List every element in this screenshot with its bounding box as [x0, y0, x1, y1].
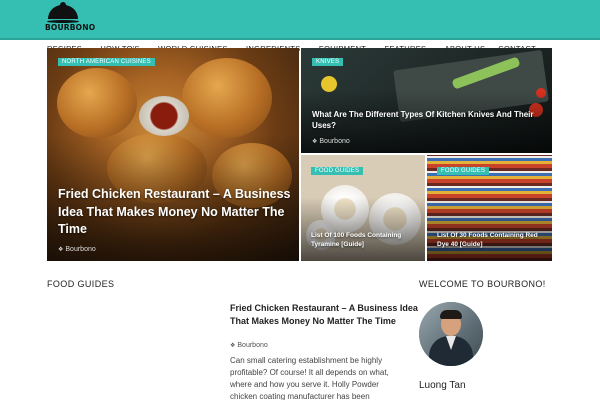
author-name[interactable]: Bourbono	[65, 246, 95, 253]
author-name[interactable]: Bourbono	[319, 138, 349, 145]
category-badge[interactable]: North American Cuisines	[58, 58, 155, 66]
cloche-icon	[48, 5, 78, 19]
avatar-hair	[440, 310, 462, 319]
image-overlay	[301, 197, 425, 261]
article-title[interactable]: Fried Chicken Restaurant – A Business Id…	[230, 302, 420, 327]
post-title[interactable]: Fried Chicken Restaurant – A Business Id…	[58, 186, 293, 239]
category-badge[interactable]: Food Guides	[437, 167, 490, 175]
hero-main-post[interactable]: North American Cuisines Fried Chicken Re…	[47, 48, 299, 261]
sauce-bowl-image	[139, 96, 189, 136]
post-title[interactable]: List Of 100 Foods Containing Tyramine [G…	[311, 231, 421, 249]
author-icon: ❖	[58, 247, 64, 253]
fried-chicken-image	[57, 68, 137, 138]
category-badge[interactable]: Knives	[312, 58, 344, 66]
post-title[interactable]: What Are The Different Types Of Kitchen …	[312, 109, 542, 131]
author-icon: ❖	[230, 343, 236, 349]
category-badge[interactable]: Food Guides	[311, 167, 364, 175]
post-author: ❖ Bourbono	[312, 138, 350, 145]
image-overlay	[427, 197, 552, 261]
author-icon: ❖	[312, 139, 318, 145]
hero-red-dye-post[interactable]: Food Guides List Of 30 Foods Containing …	[427, 155, 552, 261]
author-avatar	[419, 302, 483, 366]
hero-tyramine-post[interactable]: Food Guides List Of 100 Foods Containing…	[301, 155, 425, 261]
article-excerpt: Can small catering establishment be high…	[230, 356, 389, 400]
post-title[interactable]: List Of 30 Foods Containing Red Dye 40 […	[437, 231, 547, 249]
sidebar-title: Welcome To Bourbono!	[419, 279, 546, 289]
post-author: ❖ Bourbono	[58, 246, 96, 253]
site-header: BOURBONO	[0, 0, 600, 40]
logo-text: BOURBONO	[45, 23, 96, 32]
sidebar-author-name: Luong Tan	[419, 380, 466, 391]
article-author: ❖ Bourbono	[230, 342, 268, 349]
hero-knives-post[interactable]: Knives What Are The Different Types Of K…	[301, 48, 552, 153]
site-logo[interactable]: BOURBONO	[45, 2, 96, 36]
author-name[interactable]: Bourbono	[237, 342, 267, 349]
fried-chicken-image	[182, 58, 272, 138]
section-title-food-guides: Food Guides	[47, 279, 115, 289]
